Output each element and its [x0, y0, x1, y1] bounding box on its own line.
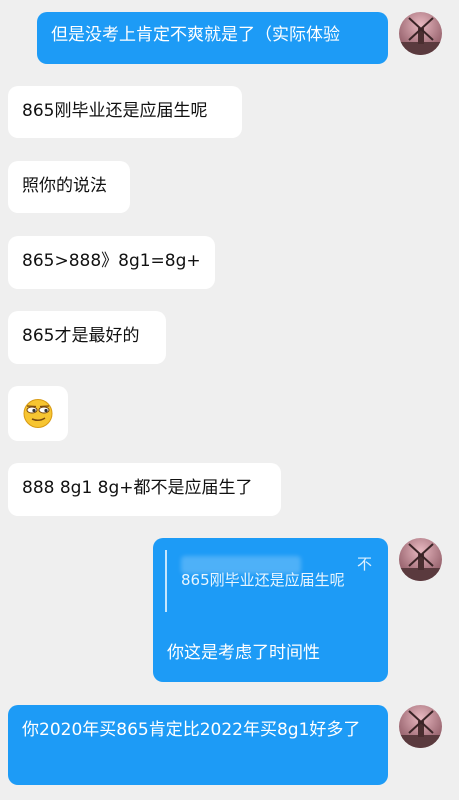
- avatar[interactable]: [399, 538, 442, 581]
- quoted-text: 865刚毕业还是应届生呢: [181, 571, 345, 589]
- outgoing-reply-message[interactable]: 不 865刚毕业还是应届生呢 你这是考虑了时间性: [153, 538, 388, 682]
- message-text: 照你的说法: [22, 176, 107, 196]
- incoming-message[interactable]: 865>888》8g1=8g+: [8, 236, 215, 289]
- quote-mark: 不: [356, 555, 372, 573]
- message-text: 865>888》8g1=8g+: [22, 251, 201, 271]
- smirk-face-icon: [23, 399, 53, 428]
- avatar[interactable]: [399, 12, 442, 55]
- message-text: 你2020年买865肯定比2022年买8g1好多了: [22, 720, 361, 740]
- windmill-avatar-icon: [399, 705, 442, 748]
- windmill-avatar-icon: [399, 12, 442, 55]
- message-text: 865刚毕业还是应届生呢: [22, 101, 208, 121]
- message-text: 865才是最好的: [22, 326, 140, 346]
- windmill-avatar-icon: [399, 538, 442, 581]
- outgoing-message[interactable]: 但是没考上肯定不爽就是了（实际体验: [37, 12, 388, 64]
- avatar[interactable]: [399, 705, 442, 748]
- message-text: 888 8g1 8g+都不是应届生了: [22, 478, 253, 498]
- message-text: 你这是考虑了时间性: [167, 643, 320, 663]
- outgoing-message[interactable]: 你2020年买865肯定比2022年买8g1好多了: [8, 705, 388, 785]
- incoming-message[interactable]: 888 8g1 8g+都不是应届生了: [8, 463, 281, 516]
- incoming-message[interactable]: 865刚毕业还是应届生呢: [8, 86, 242, 138]
- message-text: 但是没考上肯定不爽就是了（实际体验: [51, 25, 340, 45]
- incoming-message[interactable]: 照你的说法: [8, 161, 130, 213]
- incoming-message[interactable]: 865才是最好的: [8, 311, 166, 364]
- incoming-emoji-message[interactable]: [8, 386, 68, 441]
